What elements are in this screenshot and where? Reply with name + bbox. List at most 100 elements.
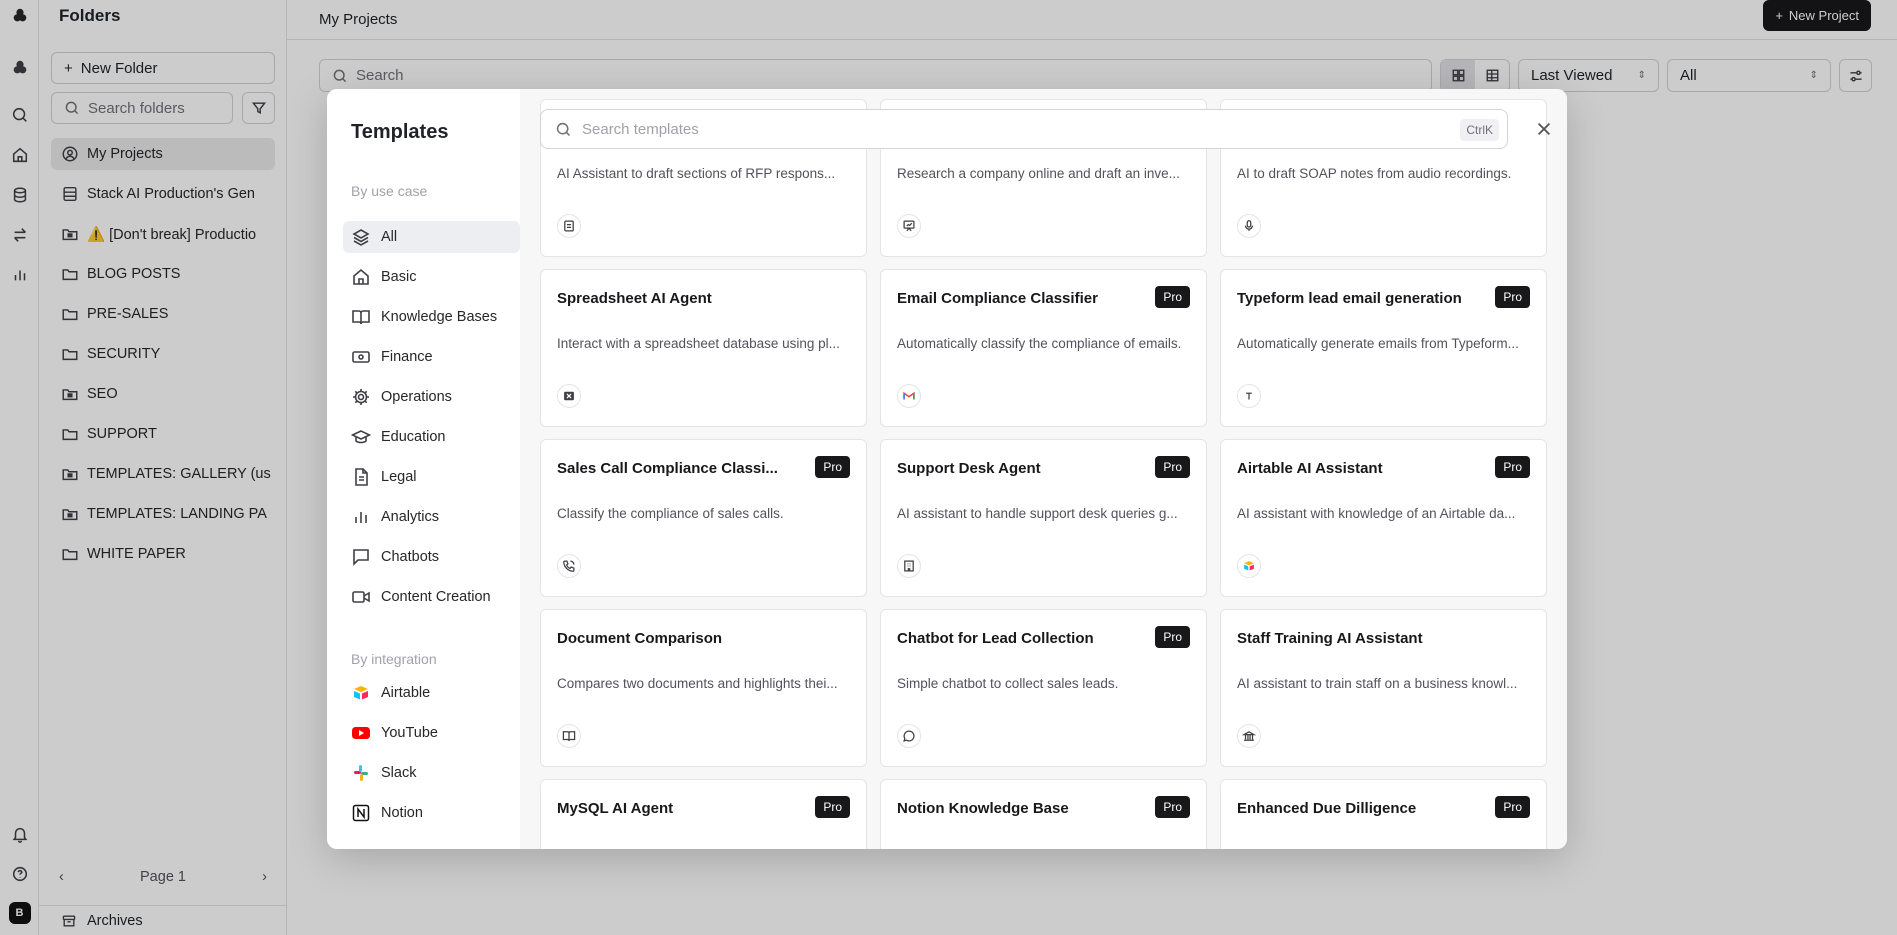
category-analytics[interactable]: Analytics bbox=[343, 501, 520, 533]
template-card-document-comparison[interactable]: Document Comparison Compares two documen… bbox=[540, 609, 867, 767]
template-title: Document Comparison bbox=[557, 630, 723, 647]
template-card-sales-call-compliance[interactable]: Sales Call Compliance Classi... Pro Clas… bbox=[540, 439, 867, 597]
template-card-airtable-ai-assistant[interactable]: Airtable AI Assistant Pro AI assistant w… bbox=[1220, 439, 1547, 597]
category-label: Analytics bbox=[381, 509, 440, 525]
category-label: Operations bbox=[381, 389, 452, 405]
template-card-enhanced-due-diligence[interactable]: Enhanced Due Dilligence Pro bbox=[1220, 779, 1547, 849]
template-card-staff-training-ai-assistant[interactable]: Staff Training AI Assistant AI assistant… bbox=[1220, 609, 1547, 767]
integration-youtube[interactable]: YouTube bbox=[343, 717, 520, 749]
category-label: Content Creation bbox=[381, 589, 491, 605]
category-label: Knowledge Bases bbox=[381, 309, 498, 325]
search-templates-input[interactable]: Search templates CtrlK bbox=[540, 109, 1508, 149]
pro-badge: Pro bbox=[1155, 626, 1190, 648]
templates-content: Search templates CtrlK AI Assistant to d… bbox=[520, 89, 1567, 849]
typeform-logo-icon bbox=[1237, 384, 1261, 408]
gmail-logo-icon bbox=[897, 384, 921, 408]
slack-logo-icon bbox=[351, 763, 371, 783]
category-basic[interactable]: Basic bbox=[343, 261, 520, 293]
category-label: Basic bbox=[381, 269, 417, 285]
home-icon bbox=[353, 268, 369, 285]
template-title: Support Desk Agent bbox=[897, 460, 1041, 477]
integration-label: Slack bbox=[381, 765, 417, 781]
pro-badge: Pro bbox=[815, 456, 850, 478]
pro-badge: Pro bbox=[1495, 456, 1530, 478]
template-description: Compares two documents and highlights th… bbox=[557, 676, 838, 691]
template-card-spreadsheet-ai-agent[interactable]: Spreadsheet AI Agent Interact with a spr… bbox=[540, 269, 867, 427]
template-description: Interact with a spreadsheet database usi… bbox=[557, 336, 840, 351]
template-description: AI assistant with knowledge of an Airtab… bbox=[1237, 506, 1516, 521]
integration-label: YouTube bbox=[381, 725, 438, 741]
pro-badge: Pro bbox=[1495, 796, 1530, 818]
template-description: Research a company online and draft an i… bbox=[897, 166, 1180, 181]
category-list: All Basic Knowledge Bases Finance Operat… bbox=[343, 221, 520, 621]
template-title: Typeform lead email generation bbox=[1237, 290, 1462, 307]
template-card-typeform-lead-email[interactable]: Typeform lead email generation Pro Autom… bbox=[1220, 269, 1547, 427]
template-description: Classify the compliance of sales calls. bbox=[557, 506, 784, 521]
category-legal[interactable]: Legal bbox=[343, 461, 520, 493]
template-card-mysql-ai-agent[interactable]: MySQL AI Agent Pro bbox=[540, 779, 867, 849]
template-title: Email Compliance Classifier bbox=[897, 290, 1098, 307]
file-text-icon bbox=[355, 468, 368, 486]
pro-badge: Pro bbox=[1155, 796, 1190, 818]
template-title: Staff Training AI Assistant bbox=[1237, 630, 1423, 647]
integration-slack[interactable]: Slack bbox=[343, 757, 520, 789]
bar-chart-icon bbox=[355, 512, 367, 523]
template-description: AI Assistant to draft sections of RFP re… bbox=[557, 166, 836, 181]
integration-list: Airtable YouTube Slack Notion bbox=[343, 677, 520, 837]
template-card-notion-knowledge-base[interactable]: Notion Knowledge Base Pro bbox=[880, 779, 1207, 849]
search-templates-placeholder: Search templates bbox=[582, 120, 699, 138]
graduation-cap-icon bbox=[351, 430, 371, 444]
microphone-icon bbox=[1237, 214, 1261, 238]
category-label: Legal bbox=[381, 469, 417, 485]
category-knowledge-bases[interactable]: Knowledge Bases bbox=[343, 301, 520, 333]
category-label: Chatbots bbox=[381, 549, 440, 565]
template-title: Airtable AI Assistant bbox=[1237, 460, 1383, 477]
category-label: Education bbox=[381, 429, 446, 445]
phone-call-icon bbox=[557, 554, 581, 578]
integration-label: Notion bbox=[381, 805, 423, 821]
pro-badge: Pro bbox=[815, 796, 850, 818]
close-button[interactable] bbox=[1532, 117, 1556, 141]
building-icon bbox=[897, 554, 921, 578]
by-use-case-label: By use case bbox=[351, 183, 428, 199]
category-chatbots[interactable]: Chatbots bbox=[343, 541, 520, 573]
template-card-support-desk-agent[interactable]: Support Desk Agent Pro AI assistant to h… bbox=[880, 439, 1207, 597]
template-description: Automatically classify the compliance of… bbox=[897, 336, 1182, 351]
template-title: Sales Call Compliance Classi... bbox=[557, 460, 778, 477]
message-circle-icon bbox=[897, 724, 921, 748]
category-finance[interactable]: Finance bbox=[343, 341, 520, 373]
integration-label: Airtable bbox=[381, 685, 431, 701]
template-card-chatbot-lead-collection[interactable]: Chatbot for Lead Collection Pro Simple c… bbox=[880, 609, 1207, 767]
close-icon bbox=[1537, 122, 1551, 136]
pro-badge: Pro bbox=[1155, 456, 1190, 478]
template-title: Enhanced Due Dilligence bbox=[1237, 800, 1417, 817]
integration-airtable[interactable]: Airtable bbox=[343, 677, 520, 709]
template-title: Chatbot for Lead Collection bbox=[897, 630, 1094, 647]
book-open-icon bbox=[557, 724, 581, 748]
airtable-logo-icon bbox=[351, 683, 371, 703]
template-title: Spreadsheet AI Agent bbox=[557, 290, 712, 307]
template-card-email-compliance-classifier[interactable]: Email Compliance Classifier Pro Automati… bbox=[880, 269, 1207, 427]
template-title: MySQL AI Agent bbox=[557, 800, 674, 817]
airtable-logo-icon bbox=[1237, 554, 1261, 578]
category-operations[interactable]: Operations bbox=[343, 381, 520, 413]
document-icon bbox=[557, 214, 581, 238]
gear-icon bbox=[353, 389, 369, 405]
category-content-creation[interactable]: Content Creation bbox=[343, 581, 520, 613]
by-integration-label: By integration bbox=[351, 651, 437, 667]
pro-badge: Pro bbox=[1495, 286, 1530, 308]
video-icon bbox=[352, 591, 370, 603]
book-open-icon bbox=[352, 310, 370, 325]
excel-logo-icon bbox=[557, 384, 581, 408]
layers-icon bbox=[352, 229, 370, 246]
template-description: AI assistant to train staff on a busines… bbox=[1237, 676, 1518, 691]
notion-logo-icon bbox=[351, 803, 371, 823]
youtube-logo-icon bbox=[351, 723, 371, 743]
banknote-icon bbox=[352, 351, 370, 363]
category-all[interactable]: All bbox=[343, 221, 520, 253]
templates-modal: Templates By use case All Basic Knowledg… bbox=[327, 89, 1567, 849]
category-education[interactable]: Education bbox=[343, 421, 520, 453]
template-title: Notion Knowledge Base bbox=[897, 800, 1069, 817]
template-description: AI to draft SOAP notes from audio record… bbox=[1237, 166, 1512, 181]
integration-notion[interactable]: Notion bbox=[343, 797, 520, 829]
